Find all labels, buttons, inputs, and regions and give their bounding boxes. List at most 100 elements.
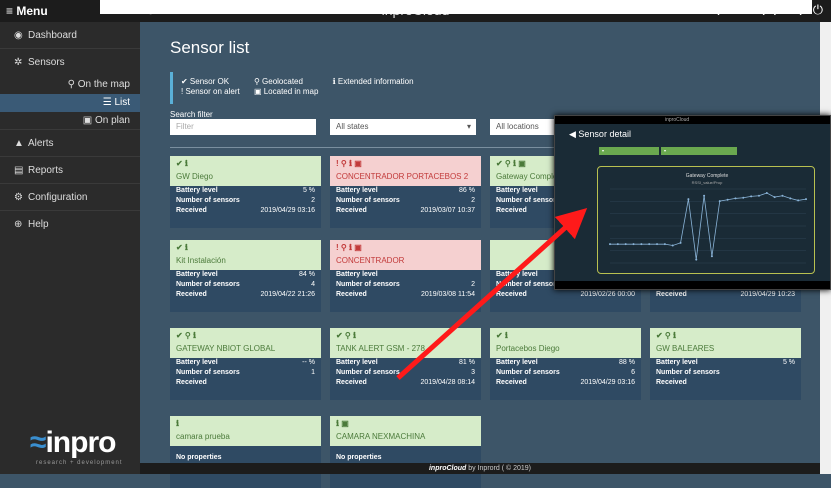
legend-ok: ✔ Sensor OK: [181, 77, 230, 86]
chart-point: [757, 194, 760, 197]
marker-icon: ⚲: [67, 79, 78, 90]
sidebar-item-sensors[interactable]: ✲ Sensors: [0, 49, 140, 76]
card-name: TANK ALERT GSM - 278: [336, 344, 425, 353]
sidebar-item-list[interactable]: ☰ List: [0, 94, 140, 112]
chart-point: [616, 243, 619, 246]
document-icon: ▤: [14, 165, 24, 176]
chart-point: [656, 243, 659, 246]
card-received-row: Received: [176, 379, 207, 386]
brand-tagline: research + development: [36, 460, 123, 466]
states-select[interactable]: All states ▾: [330, 119, 476, 135]
chart-point: [663, 243, 666, 246]
header-overlay: [100, 0, 812, 14]
card-header: ✔ ⚲ ℹ TANK ALERT GSM - 278: [330, 328, 481, 358]
card-battery-row: Battery level 84 %: [176, 271, 315, 278]
chart-point: [726, 198, 729, 201]
legend: ✔ Sensor OK! Sensor on alert ⚲ Geolocate…: [170, 72, 426, 104]
sensor-card[interactable]: ! ⚲ ℹ ▣ CONCENTRADOR Battery level Number o…: [330, 240, 481, 312]
card-sensors-row: Number of sensors 4: [176, 281, 315, 288]
battery-value: 88 %: [619, 359, 635, 366]
card-name: CAMARA NEXMACHINA: [336, 432, 426, 441]
chart-point: [710, 255, 713, 258]
sidebar-item-on-the-map[interactable]: ⚲ On the map: [0, 76, 140, 94]
sensor-card[interactable]: ✔ ⚲ ℹ GW BALEARES Battery level 5 % Number o…: [650, 328, 801, 400]
sensor-card[interactable]: ✔ ⚲ ℹ GATEWAY NBIOT GLOBAL Battery level --…: [170, 328, 321, 400]
card-status-icons: ✔ ℹ: [496, 331, 508, 340]
card-status-icons: ✔ ⚲ ℹ: [176, 331, 197, 340]
sidebar-item-dashboard[interactable]: ◉ Dashboard: [0, 22, 140, 49]
card-name: Portacebos Diego: [496, 344, 560, 353]
sensors-value: 2: [311, 197, 315, 204]
legend-extended: ℹ Extended information: [332, 77, 414, 86]
received-value: 2019/03/07 10:37: [420, 207, 476, 214]
card-received-row: Received 2019/04/29 03:16: [176, 207, 316, 214]
card-header: ✔ ℹ GW Diego: [170, 156, 321, 186]
card-received-row: Received 2019/02/26 00:00: [496, 291, 636, 298]
sidebar-item-on-plan[interactable]: ▣ On plan: [0, 112, 140, 130]
card-battery-row: Battery level: [336, 271, 378, 278]
card-battery-row: Battery level5 %: [656, 359, 795, 366]
card-sensors-row: Number of sensors 1: [176, 369, 315, 376]
sidebar-item-alerts[interactable]: ▲ Alerts: [0, 130, 140, 157]
sensor-card[interactable]: ✔ ℹ Portacebos Diego Battery level 88 % Numb…: [490, 328, 641, 400]
card-battery-row: Battery level86 %: [336, 187, 475, 194]
card-sensors-row: Number of sensors: [656, 369, 720, 376]
sensors-value: 1: [311, 369, 315, 376]
brand-logo: ≈inpro research + development: [30, 426, 123, 466]
chart-point: [742, 196, 745, 199]
card-status-icons: ! ⚲ ℹ ▣: [336, 159, 362, 168]
card-header: ℹ camara prueba: [170, 416, 321, 446]
image-icon: ▣: [82, 115, 95, 126]
card-name: GW Diego: [176, 172, 213, 181]
sensor-card[interactable]: ✔ ⚲ ℹ TANK ALERT GSM - 278 Battery level 81…: [330, 328, 481, 400]
sensor-card[interactable]: ! ⚲ ℹ ▣ CONCENTRADOR PORTACEBOS 2 Battery …: [330, 156, 481, 228]
popup-select-1[interactable]: ▾: [599, 147, 659, 155]
received-value: 2019/03/08 11:54: [421, 291, 475, 298]
battery-value: 86 %: [459, 187, 475, 194]
card-received-row: Received 2019/04/29 10:23: [656, 291, 796, 298]
received-value: 2019/02/26 00:00: [580, 291, 636, 298]
card-status-icons: ℹ: [176, 419, 180, 428]
power-icon[interactable]: ⏻: [813, 2, 823, 18]
sensor-card[interactable]: ✔ ℹ GW Diego Battery level 5 % Number of sen…: [170, 156, 321, 228]
sensor-card[interactable]: ℹ camara prueba No properties: [170, 416, 321, 488]
chart-point: [718, 200, 721, 203]
chart-point: [624, 243, 627, 246]
legend-geolocated: ⚲ Geolocated: [253, 77, 303, 86]
card-battery-row: Battery level 81 %: [336, 359, 475, 366]
menu-button[interactable]: ≡ Menu: [6, 4, 48, 18]
chart-point: [640, 243, 643, 246]
card-battery-row: Battery level 88 %: [496, 359, 635, 366]
sensor-card[interactable]: ℹ ▣ CAMARA NEXMACHINA No properties: [330, 416, 481, 488]
received-value: 2019/04/29 10:23: [740, 291, 796, 298]
popup-select-2[interactable]: ▾: [661, 147, 737, 155]
card-header: ! ⚲ ℹ ▣ CONCENTRADOR: [330, 240, 481, 270]
received-value: 2019/04/28 08:14: [420, 379, 476, 386]
chart-point: [789, 197, 792, 200]
locations-select[interactable]: All locations: [490, 119, 560, 135]
received-value: 2019/04/22 21:26: [260, 291, 316, 298]
cogs-icon: ⚙: [14, 192, 23, 203]
chart-point: [695, 258, 698, 261]
card-received-row: Received 2019/04/29 03:16: [496, 379, 636, 386]
card-name: GATEWAY NBIOT GLOBAL: [176, 344, 276, 353]
card-header: ! ⚲ ℹ ▣ CONCENTRADOR PORTACEBOS 2: [330, 156, 481, 186]
chart-subtitle: RSSI_value/Prop: [692, 180, 723, 185]
received-value: 2019/04/29 03:16: [580, 379, 636, 386]
received-value: 2019/04/29 03:16: [260, 207, 316, 214]
popup-logo: inproCloud: [665, 117, 690, 123]
search-input[interactable]: Filter: [170, 119, 316, 135]
sidebar-item-help[interactable]: ⊕ Help: [0, 211, 140, 238]
sensor-card[interactable]: ✔ ℹ Kit Instalación Battery level 84 % Numbe…: [170, 240, 321, 312]
sidebar-item-reports[interactable]: ▤ Reports: [0, 157, 140, 184]
back-icon[interactable]: ◀: [569, 129, 578, 139]
popup-footer: [555, 281, 830, 289]
chart-series-line: [610, 192, 807, 260]
sidebar-item-configuration[interactable]: ⚙ Configuration: [0, 184, 140, 211]
card-status-icons: ! ⚲ ℹ ▣: [336, 243, 362, 252]
popup-chart-svg: Gateway Complete RSSI_value/Prop: [609, 173, 807, 264]
card-received-row: Received: [656, 379, 687, 386]
sensors-value: 4: [311, 281, 315, 288]
card-header: ✔ ℹ Kit Instalación: [170, 240, 321, 270]
chart-point: [687, 198, 690, 201]
